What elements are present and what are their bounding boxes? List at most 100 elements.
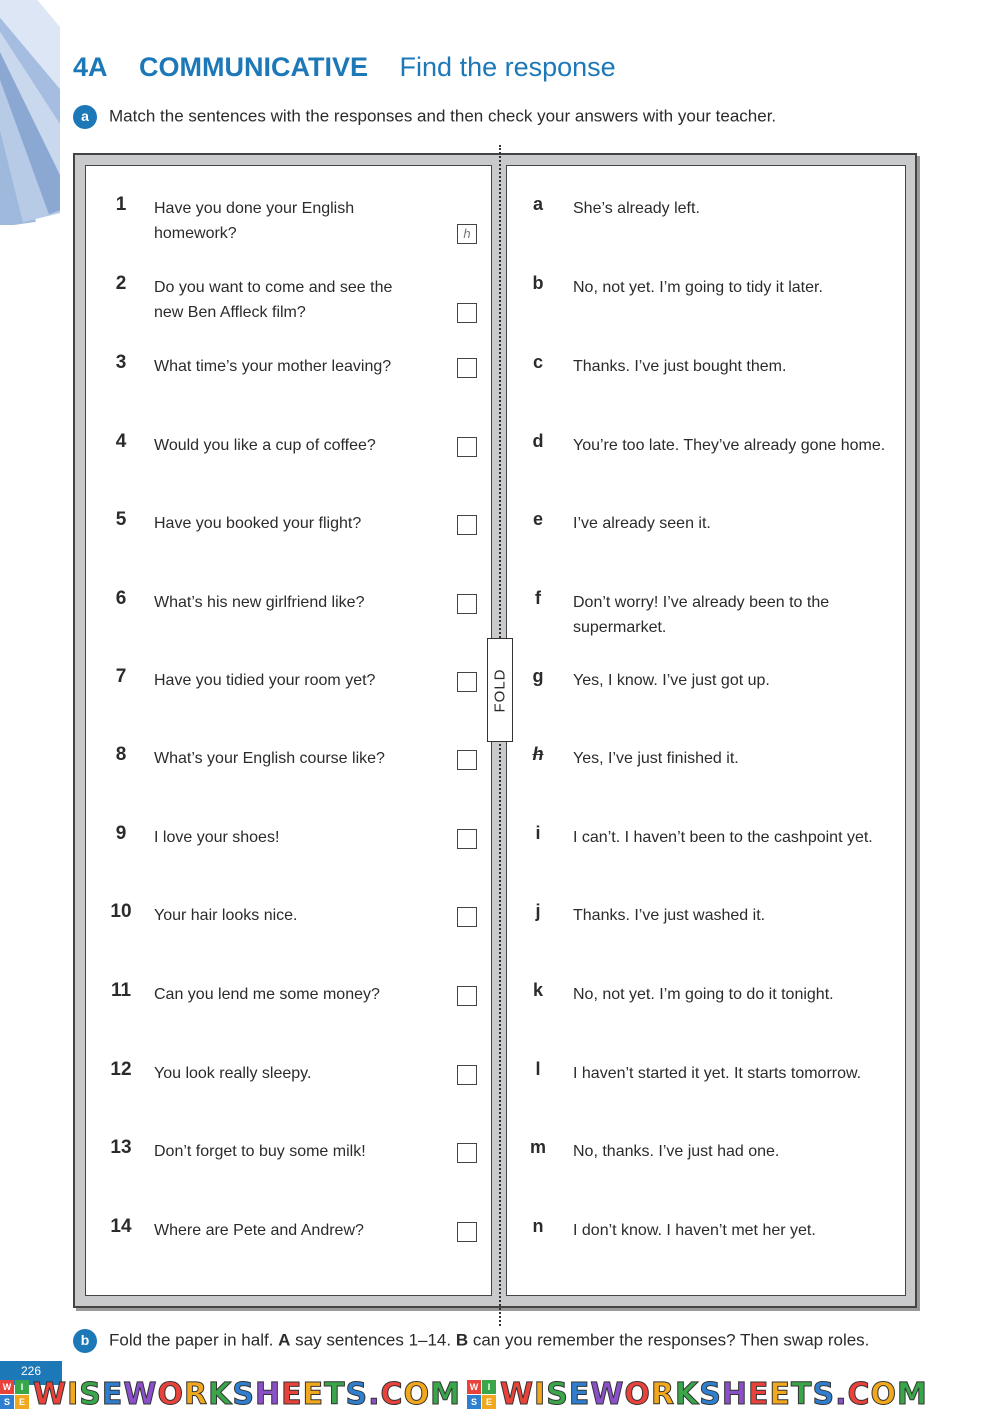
sentence-item: 1 Have you done your English homework? h [86, 194, 491, 254]
sentence-item: 4 Would you like a cup of coffee? [86, 431, 491, 491]
sentence-number: 11 [110, 980, 132, 1001]
sentence-item: 7 Have you tidied your room yet? [86, 666, 491, 726]
response-text: I’ve already seen it. [573, 515, 711, 532]
answer-box[interactable]: h [457, 224, 477, 244]
response-text: Thanks. I’ve just bought them. [573, 358, 787, 375]
step-a-badge: a [73, 105, 97, 129]
unit-number: 4A [73, 52, 108, 82]
page-title: 4A COMMUNICATIVE Find the response [73, 52, 616, 83]
response-letter: e [532, 509, 543, 529]
watermark-logo-icon: WISE [0, 1380, 29, 1409]
answer-box[interactable] [457, 672, 477, 692]
sentence-number: 4 [115, 431, 127, 452]
response-text: No, thanks. I’ve just had one. [573, 1143, 780, 1160]
response-letter: i [535, 823, 541, 843]
response-text: I don’t know. I haven’t met her yet. [573, 1222, 816, 1239]
response-item: d You’re too late. They’ve already gone h… [507, 431, 905, 491]
sentence-text: Have you tidied your room yet? [154, 672, 376, 689]
response-item: a She’s already left. [507, 194, 905, 254]
response-item: k No, not yet. I’m going to do it tonight… [507, 980, 905, 1040]
sentence-item: 5 Have you booked your flight? [86, 509, 491, 569]
instruction-b-text: Fold the paper in half. A say sentences … [109, 1330, 870, 1350]
watermark-text: WISEWORKSHEETS.COM [499, 1377, 928, 1413]
response-text: Yes, I’ve just finished it. [573, 750, 739, 767]
response-item: i I can’t. I haven’t been to the cashpoin… [507, 823, 905, 883]
sentence-text: Have you booked your flight? [154, 515, 362, 532]
response-text: I can’t. I haven’t been to the cashpoint… [573, 829, 873, 846]
response-text: Thanks. I’ve just washed it. [573, 907, 766, 924]
response-letter: l [535, 1059, 541, 1079]
response-text: Yes, I know. I’ve just got up. [573, 672, 770, 689]
instruction-a-text: Match the sentences with the responses a… [109, 106, 777, 126]
watermark-banner: W I S E WISEWORKSHEETS.COM W I S E WISEWORKSHEETS… [0, 1376, 1000, 1413]
activity-subtitle: Find the response [399, 52, 616, 82]
watermark-unit: W I S E WISEWORKSHEETS.COM [0, 1377, 461, 1413]
watermark-text: WISEWORKSHEETS.COM [32, 1377, 461, 1413]
response-item: g Yes, I know. I’ve just got up. [507, 666, 905, 726]
answer-box[interactable] [457, 986, 477, 1006]
sentence-item: 13 Don’t forget to buy some milk! [86, 1137, 491, 1197]
response-letter: j [535, 901, 541, 921]
sentence-number: 5 [115, 509, 127, 530]
sentence-text: I love your shoes! [154, 829, 280, 846]
sentence-item: 9 I love your shoes! [86, 823, 491, 883]
sentence-text: What’s his new girlfriend like? [154, 594, 365, 611]
sentence-number: 3 [115, 352, 127, 373]
answer-box[interactable] [457, 1143, 477, 1163]
sentence-number: 6 [115, 588, 127, 609]
response-item: h Yes, I’ve just finished it. [507, 744, 905, 804]
response-text: She’s already left. [573, 200, 700, 217]
sentence-number: 1 [115, 194, 127, 215]
decorative-corner-rays [0, 0, 60, 225]
sentence-item: 14 Where are Pete and Andrew? [86, 1216, 491, 1276]
response-text: No, not yet. I’m going to do it tonight. [573, 986, 834, 1003]
instruction-b: b Fold the paper in half. A say sentences… [73, 1329, 869, 1353]
response-text: No, not yet. I’m going to tidy it later. [573, 279, 823, 296]
sentence-item: 11 Can you lend me some money? [86, 980, 491, 1040]
answer-box[interactable] [457, 303, 477, 323]
answer-box[interactable] [457, 1222, 477, 1242]
step-b-badge: b [73, 1329, 97, 1353]
sentence-number: 14 [110, 1216, 132, 1237]
fold-label: FOLD [487, 638, 513, 742]
answer-box[interactable] [457, 358, 477, 378]
response-item: l I haven’t started it yet. It starts tom… [507, 1059, 905, 1119]
sentence-item: 3 What time’s your mother leaving? [86, 352, 491, 412]
sentence-text: Your hair looks nice. [154, 907, 298, 924]
response-item: f Don’t worry! I’ve already been to the s… [507, 588, 905, 648]
answer-box[interactable] [457, 1065, 477, 1085]
answer-box[interactable] [457, 515, 477, 535]
response-letter: b [532, 273, 544, 293]
response-text: I haven’t started it yet. It starts tomo… [573, 1065, 862, 1082]
sentence-item: 12 You look really sleepy. [86, 1059, 491, 1119]
sentence-text: Don’t forget to buy some milk! [154, 1143, 366, 1160]
sentence-text: You look really sleepy. [154, 1065, 312, 1082]
sentence-item: 10 Your hair looks nice. [86, 901, 491, 961]
worksheet-frame: 1 Have you done your English homework? h 2 D… [73, 145, 917, 1326]
sentence-text: What time’s your mother leaving? [154, 358, 392, 375]
sentence-text: Have you done your English homework? [154, 200, 355, 242]
response-item: j Thanks. I’ve just washed it. [507, 901, 905, 961]
response-text: You’re too late. They’ve already gone ho… [573, 437, 886, 454]
sentence-number: 12 [110, 1059, 132, 1080]
answer-box[interactable] [457, 829, 477, 849]
watermark-logo-icon: WISE [466, 1380, 496, 1409]
sentence-item: 2 Do you want to come and see the new Ben… [86, 273, 491, 333]
answer-box[interactable] [457, 907, 477, 927]
sentence-number: 10 [110, 901, 132, 922]
answer-box[interactable] [457, 594, 477, 614]
sentence-text: Would you like a cup of coffee? [154, 437, 376, 454]
sentence-number: 13 [110, 1137, 132, 1158]
response-letter: g [532, 666, 544, 686]
sentence-text: Do you want to come and see the new Ben … [154, 279, 393, 321]
sentence-number: 9 [115, 823, 127, 844]
sentence-text: What’s your English course like? [154, 750, 385, 767]
response-letter: n [532, 1216, 544, 1236]
answer-box[interactable] [457, 750, 477, 770]
response-letter: c [532, 352, 543, 372]
answer-box[interactable] [457, 437, 477, 457]
sentence-text: Where are Pete and Andrew? [154, 1222, 364, 1239]
watermark-unit: W I S E WISEWORKSHEETS.COM [466, 1377, 928, 1413]
response-letter: k [532, 980, 543, 1000]
responses-panel: a She’s already left. b No, not yet. I’m go… [506, 165, 906, 1296]
